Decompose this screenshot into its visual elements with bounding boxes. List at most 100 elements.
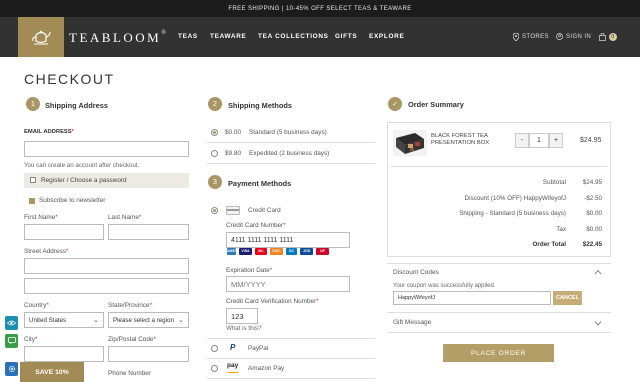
state-value: Please select a region bbox=[113, 317, 174, 324]
street-field-1[interactable] bbox=[24, 258, 189, 274]
signin-label: SIGN IN bbox=[566, 33, 592, 40]
register-option[interactable]: Register / Choose a password bbox=[24, 173, 189, 188]
card-number-label: Credit Card Number* bbox=[226, 222, 286, 229]
chevron-down-icon[interactable] bbox=[594, 320, 602, 326]
divider bbox=[207, 163, 375, 164]
promo-text: FREE SHIPPING | 10-45% OFF SELECT TEAS &… bbox=[228, 5, 412, 12]
amazon-pay-radio[interactable] bbox=[211, 365, 218, 372]
step-2-badge: 2 bbox=[208, 97, 222, 111]
zip-field[interactable] bbox=[108, 346, 189, 362]
first-name-field[interactable] bbox=[24, 224, 104, 240]
nav-teas[interactable]: TEAS bbox=[178, 33, 198, 40]
summary-row-label: Subtotal bbox=[542, 179, 566, 186]
bag-icon bbox=[599, 33, 606, 41]
street-field-2[interactable] bbox=[24, 278, 189, 294]
nav-gifts[interactable]: GIFTS bbox=[335, 33, 357, 40]
credit-card-label: Credit Card bbox=[248, 207, 281, 214]
state-select[interactable]: Please select a region ⌄ bbox=[108, 312, 189, 328]
summary-row-value: -$2.50 bbox=[584, 195, 602, 202]
divider bbox=[207, 338, 375, 339]
user-icon bbox=[556, 33, 563, 40]
place-order-button[interactable]: PLACE ORDER bbox=[443, 344, 554, 362]
first-name-label: First Name* bbox=[24, 214, 58, 221]
register-label: Register / Choose a password bbox=[41, 176, 127, 184]
chevron-down-icon: ⌄ bbox=[178, 317, 184, 324]
qty-increase-button[interactable]: + bbox=[549, 133, 563, 148]
step-1-badge: 1 bbox=[26, 97, 40, 111]
shipping-address-title: Shipping Address bbox=[45, 101, 108, 110]
promo-bar: FREE SHIPPING | 10-45% OFF SELECT TEAS &… bbox=[0, 0, 640, 17]
cvv-field[interactable] bbox=[226, 308, 258, 324]
shipping-expedited-radio[interactable] bbox=[211, 150, 218, 157]
gift-message-title[interactable]: Gift Message bbox=[393, 319, 431, 326]
product-image bbox=[393, 130, 427, 156]
register-checkbox[interactable] bbox=[30, 177, 36, 183]
step-check-badge: ✓ bbox=[388, 97, 402, 111]
country-select[interactable]: United States ⌄ bbox=[24, 312, 104, 328]
cart-button[interactable]: 0 bbox=[599, 33, 617, 41]
city-label: City* bbox=[24, 336, 38, 343]
street-label: Street Address* bbox=[24, 248, 69, 255]
last-name-label: Last Name* bbox=[108, 214, 142, 221]
card-brand-jcb-icon: JCB bbox=[300, 248, 313, 255]
nav-teaware[interactable]: TEAWARE bbox=[210, 33, 247, 40]
cancel-coupon-button[interactable]: CANCEL bbox=[553, 291, 582, 305]
coupon-success-message: Your coupon was successfully applied. bbox=[393, 283, 496, 289]
chevron-up-icon[interactable] bbox=[594, 269, 602, 275]
expiration-label: Expiration Date* bbox=[226, 267, 273, 274]
shipping-expedited-price: $9.80 bbox=[225, 150, 241, 157]
signin-link[interactable]: SIGN IN bbox=[556, 33, 591, 40]
stores-label: STORES bbox=[522, 34, 549, 40]
divider bbox=[387, 263, 611, 264]
phone-label: Phone Number bbox=[108, 370, 151, 377]
summary-row-label: Tax bbox=[556, 226, 566, 233]
summary-row-label: Discount (10% OFF) HappyWifeyofJ bbox=[464, 195, 566, 202]
card-brand-disc-icon: DISC bbox=[270, 248, 283, 255]
newsletter-checkbox[interactable] bbox=[29, 198, 35, 204]
paypal-logo: P bbox=[230, 343, 236, 352]
shipping-methods-title: Shipping Methods bbox=[228, 101, 293, 110]
card-brand-up-icon: UP bbox=[316, 248, 329, 255]
credit-card-radio[interactable] bbox=[211, 207, 218, 214]
page-title: CHECKOUT bbox=[24, 71, 115, 87]
main-nav: TEABLOOM® TEAS TEAWARE TEA COLLECTIONS G… bbox=[0, 17, 640, 57]
discount-code-field[interactable] bbox=[393, 291, 551, 305]
stores-link[interactable]: STORES bbox=[513, 33, 549, 41]
divider bbox=[387, 312, 611, 313]
save-10-tab[interactable]: SAVE 10% bbox=[20, 362, 84, 382]
paypal-radio[interactable] bbox=[211, 345, 218, 352]
email-field[interactable] bbox=[24, 141, 189, 157]
newsletter-label: Subscribe to newsletter bbox=[39, 197, 106, 204]
shipping-expedited-name: Expedited (2 business days) bbox=[249, 150, 330, 157]
card-brand-visa-icon: VISA bbox=[239, 248, 252, 255]
expiration-field[interactable] bbox=[226, 276, 350, 292]
divider bbox=[391, 166, 607, 167]
amazon-pay-logo: pay bbox=[227, 362, 239, 369]
card-number-field[interactable] bbox=[226, 232, 350, 248]
what-is-this-link[interactable]: What is this? bbox=[226, 325, 261, 332]
teapot-logo-icon[interactable] bbox=[18, 17, 64, 57]
cvv-label: Credit Card Verification Number* bbox=[226, 298, 319, 305]
shipping-standard-radio[interactable] bbox=[211, 129, 218, 136]
shipping-standard-price: $0.00 bbox=[225, 129, 241, 136]
paypal-label: PayPal bbox=[248, 345, 269, 352]
city-field[interactable] bbox=[24, 346, 104, 362]
brand-name[interactable]: TEABLOOM® bbox=[69, 30, 166, 46]
nav-tea-collections[interactable]: TEA COLLECTIONS bbox=[258, 33, 329, 40]
step-3-badge: 3 bbox=[208, 175, 222, 189]
divider bbox=[387, 332, 611, 333]
email-label: EMAIL ADDRESS* bbox=[24, 129, 74, 135]
amazon-pay-label: Amazon Pay bbox=[248, 365, 285, 372]
eye-icon[interactable] bbox=[5, 316, 18, 330]
card-brand-mc-icon: MC bbox=[255, 248, 267, 255]
nav-explore[interactable]: EXPLORE bbox=[369, 33, 404, 40]
divider bbox=[207, 358, 375, 359]
qty-decrease-button[interactable]: - bbox=[515, 133, 529, 148]
discount-codes-title[interactable]: Discount Codes bbox=[393, 269, 439, 276]
qty-field[interactable]: 1 bbox=[529, 133, 549, 148]
last-name-field[interactable] bbox=[108, 224, 189, 240]
zip-label: Zip/Postal Code* bbox=[108, 336, 156, 343]
chat-icon[interactable] bbox=[5, 334, 18, 348]
cart-count-badge: 0 bbox=[609, 33, 617, 41]
settings-icon[interactable] bbox=[5, 362, 18, 376]
